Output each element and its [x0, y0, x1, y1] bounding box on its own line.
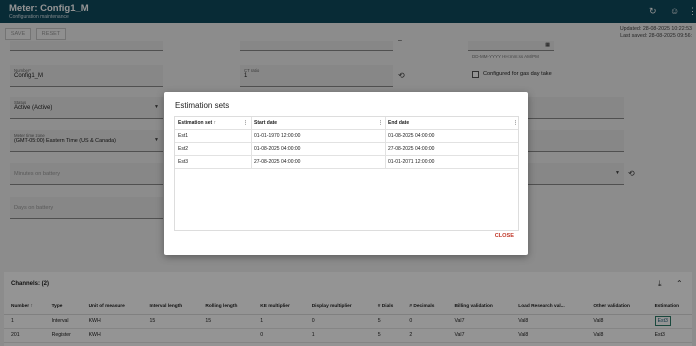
start-date-cell: 01-08-2025 04:00:00: [254, 146, 301, 152]
estimation-set-cell: Est1: [178, 133, 189, 139]
column-divider: [251, 117, 252, 169]
table-header-row: Estimation set ↑ ⋮ Start date ⋮ End date…: [175, 117, 518, 130]
column-header-estimation-set[interactable]: Estimation set ↑: [178, 117, 216, 130]
column-menu-icon[interactable]: ⋮: [513, 120, 518, 126]
estimation-sets-table: Estimation set ↑ ⋮ Start date ⋮ End date…: [174, 116, 519, 231]
column-divider: [385, 117, 386, 169]
dialog-title: Estimation sets: [175, 101, 230, 110]
column-menu-icon[interactable]: ⋮: [243, 120, 248, 126]
end-date-cell: 01-01-2071 12:00:00: [388, 159, 435, 165]
sort-asc-icon: ↑: [213, 120, 217, 126]
column-menu-icon[interactable]: ⋮: [378, 120, 383, 126]
estimation-set-cell: Est3: [178, 159, 189, 165]
table-row[interactable]: Est1 01-01-1970 12:00:00 01-08-2025 04:0…: [175, 130, 518, 143]
column-header-start-date[interactable]: Start date: [254, 117, 277, 130]
estimation-set-cell: Est2: [178, 146, 189, 152]
column-header-end-date[interactable]: End date: [388, 117, 409, 130]
end-date-cell: 01-08-2025 04:00:00: [388, 133, 435, 139]
table-row[interactable]: Est2 01-08-2025 04:00:00 27-08-2025 04:0…: [175, 143, 518, 156]
table-row[interactable]: Est3 27-08-2025 04:00:00 01-01-2071 12:0…: [175, 156, 518, 169]
start-date-cell: 01-01-1970 12:00:00: [254, 133, 301, 139]
start-date-cell: 27-08-2025 04:00:00: [254, 159, 301, 165]
end-date-cell: 27-08-2025 04:00:00: [388, 146, 435, 152]
estimation-sets-dialog: Estimation sets Estimation set ↑ ⋮ Start…: [164, 92, 528, 255]
close-button[interactable]: CLOSE: [495, 233, 514, 239]
